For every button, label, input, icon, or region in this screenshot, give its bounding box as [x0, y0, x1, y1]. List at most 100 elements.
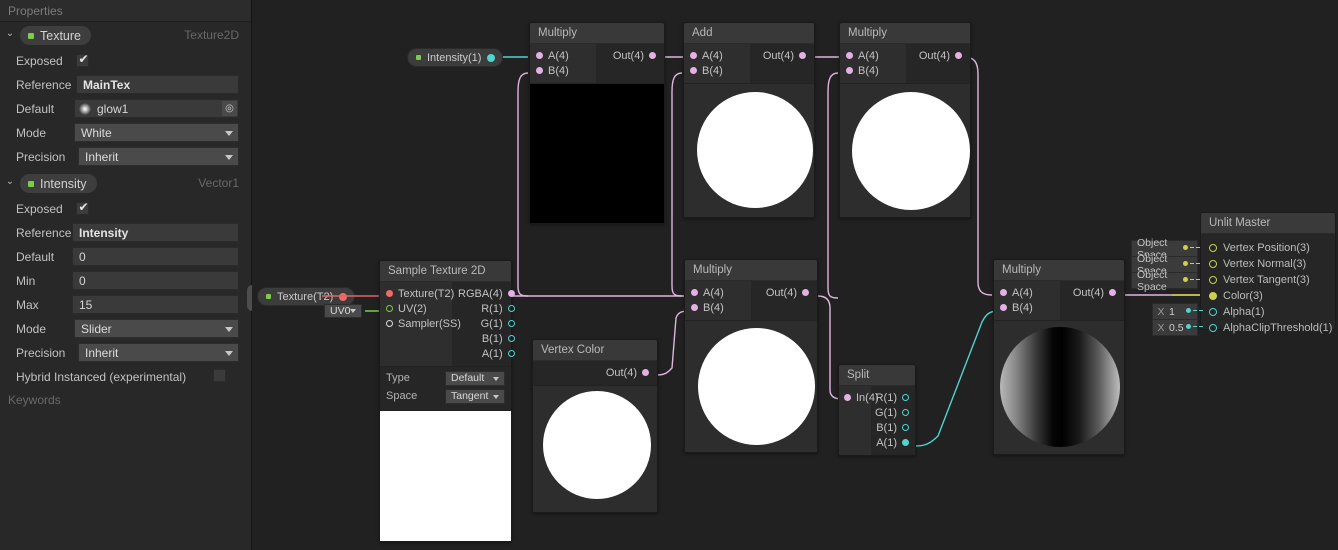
node-multiply-2[interactable]: Multiply A(4) B(4) Out(4) — [839, 22, 971, 218]
port-dot-icon[interactable] — [642, 369, 649, 376]
port-dot-icon[interactable] — [799, 52, 806, 59]
object-picker-icon[interactable]: ◎ — [222, 101, 237, 116]
space-dropdown[interactable]: Tangent — [445, 388, 505, 404]
port-a[interactable]: A(4) — [846, 48, 896, 63]
port-out[interactable]: Out(4) — [766, 285, 809, 300]
port-r[interactable]: R(1) — [876, 390, 909, 405]
master-slot-vertex-tangent[interactable]: Vertex Tangent(3) — [1201, 272, 1335, 288]
node-preview[interactable] — [530, 83, 664, 223]
port-dot-icon[interactable] — [507, 290, 515, 297]
port-dot-icon[interactable] — [1209, 324, 1217, 332]
node-preview[interactable] — [380, 410, 511, 541]
port-dot-icon[interactable] — [507, 320, 515, 327]
intensity-mode-dropdown[interactable]: Slider — [74, 319, 239, 338]
port-out[interactable]: Out(4) — [1073, 285, 1116, 300]
port-b[interactable]: B(1) — [876, 420, 909, 435]
port-dot-icon[interactable] — [536, 67, 543, 74]
port-dot-icon[interactable] — [690, 67, 697, 74]
master-slot-vertex-normal[interactable]: Vertex Normal(3) — [1201, 256, 1335, 272]
port-dot-icon[interactable] — [386, 320, 393, 327]
port-out[interactable]: Out(4) — [613, 48, 656, 63]
port-dot-icon[interactable] — [902, 409, 909, 416]
port-dot-icon[interactable] — [846, 52, 853, 59]
node-multiply-4[interactable]: Multiply A(4) B(4) Out(4) — [993, 259, 1125, 455]
texture-exposed-checkbox[interactable] — [76, 52, 90, 67]
port-dot-icon[interactable] — [691, 304, 698, 311]
node-vertex-color[interactable]: Vertex Color Out(4) — [532, 339, 658, 513]
texture-default-objectfield[interactable]: glow1 ◎ — [74, 99, 239, 118]
property-token-intensity[interactable]: Intensity(1) — [407, 48, 504, 67]
port-dot-icon[interactable] — [902, 394, 909, 401]
type-dropdown[interactable]: Default — [445, 370, 505, 386]
node-add[interactable]: Add A(4) B(4) Out(4) — [683, 22, 815, 218]
property-texture-header[interactable]: ⌄ Texture Texture2D — [0, 24, 251, 48]
node-preview[interactable] — [684, 83, 814, 217]
texture-mode-dropdown[interactable]: White — [74, 123, 239, 142]
texture-precision-dropdown[interactable]: Inherit — [78, 147, 239, 166]
node-preview[interactable] — [533, 385, 657, 512]
port-dot-icon[interactable] — [386, 290, 393, 297]
port-b[interactable]: B(4) — [1000, 300, 1050, 315]
node-multiply-3[interactable]: Multiply A(4) B(4) Out(4) — [684, 259, 818, 453]
port-dot-icon[interactable] — [844, 394, 851, 401]
intensity-default-input[interactable]: 0 — [72, 247, 239, 266]
port-b[interactable]: B(4) — [690, 63, 740, 78]
uv-channel-dropdown[interactable]: UV0 — [324, 304, 362, 318]
port-dot-icon[interactable] — [1209, 260, 1217, 268]
token-output-port[interactable] — [339, 292, 348, 301]
port-a[interactable]: A(4) — [536, 48, 586, 63]
port-texture[interactable]: Texture(T2) — [386, 286, 454, 301]
port-out[interactable]: Out(4) — [606, 365, 649, 380]
port-r[interactable]: R(1) — [481, 301, 515, 316]
port-dot-icon[interactable] — [955, 52, 962, 59]
texture-reference-input[interactable]: MainTex — [76, 75, 239, 94]
port-dot-icon[interactable] — [386, 305, 393, 312]
intensity-min-input[interactable]: 0 — [72, 271, 239, 290]
property-texture-pill[interactable]: Texture — [20, 26, 91, 45]
port-dot-icon[interactable] — [536, 52, 543, 59]
node-split[interactable]: Split In(4) R(1) G(1) B(1) A(1) — [838, 364, 916, 456]
port-in[interactable]: In(4) — [844, 390, 879, 405]
port-dot-icon[interactable] — [902, 439, 909, 446]
port-dot-icon[interactable] — [507, 350, 515, 357]
port-dot-icon[interactable] — [1209, 292, 1217, 300]
port-b[interactable]: B(4) — [846, 63, 896, 78]
port-dot-icon[interactable] — [507, 335, 515, 342]
port-b[interactable]: B(4) — [691, 300, 741, 315]
port-g[interactable]: G(1) — [481, 316, 515, 331]
port-dot-icon[interactable] — [1109, 289, 1116, 296]
intensity-max-input[interactable]: 15 — [72, 295, 239, 314]
node-preview[interactable] — [840, 83, 970, 217]
chevron-down-icon[interactable]: ⌄ — [5, 28, 15, 40]
port-dot-icon[interactable] — [649, 52, 656, 59]
port-a[interactable]: A(4) — [690, 48, 740, 63]
port-dot-icon[interactable] — [507, 305, 515, 312]
node-sample-texture-2d[interactable]: Sample Texture 2D Texture(T2) UV(2) Samp… — [379, 260, 515, 542]
port-sampler[interactable]: Sampler(SS) — [386, 316, 461, 331]
port-a[interactable]: A(4) — [1000, 285, 1050, 300]
node-multiply-1[interactable]: Multiply A(4) B(4) Out(4) — [529, 22, 665, 224]
intensity-precision-dropdown[interactable]: Inherit — [78, 343, 239, 362]
port-dot-icon[interactable] — [802, 289, 809, 296]
port-g[interactable]: G(1) — [875, 405, 909, 420]
master-slot-alphaclipthreshold[interactable]: AlphaClipThreshold(1) — [1201, 320, 1335, 336]
port-a[interactable]: A(1) — [482, 346, 515, 361]
port-dot-icon[interactable] — [846, 67, 853, 74]
intensity-reference-input[interactable]: Intensity — [72, 223, 239, 242]
master-slot-vertex-position[interactable]: Vertex Position(3) — [1201, 240, 1335, 256]
master-slot-alpha[interactable]: Alpha(1) — [1201, 304, 1335, 320]
port-a[interactable]: A(4) — [691, 285, 741, 300]
port-rgba[interactable]: RGBA(4) — [458, 286, 515, 301]
port-dot-icon[interactable] — [1000, 304, 1007, 311]
port-dot-icon[interactable] — [1209, 308, 1217, 316]
chevron-down-icon[interactable]: ⌄ — [5, 176, 15, 188]
token-output-port[interactable] — [487, 53, 496, 62]
port-dot-icon[interactable] — [1000, 289, 1007, 296]
port-out[interactable]: Out(4) — [763, 48, 806, 63]
property-intensity-pill[interactable]: Intensity — [20, 174, 97, 193]
port-a[interactable]: A(1) — [876, 435, 909, 450]
node-preview[interactable] — [994, 320, 1124, 454]
port-b[interactable]: B(4) — [536, 63, 586, 78]
port-uv[interactable]: UV(2) — [386, 301, 442, 316]
port-dot-icon[interactable] — [1209, 244, 1217, 252]
